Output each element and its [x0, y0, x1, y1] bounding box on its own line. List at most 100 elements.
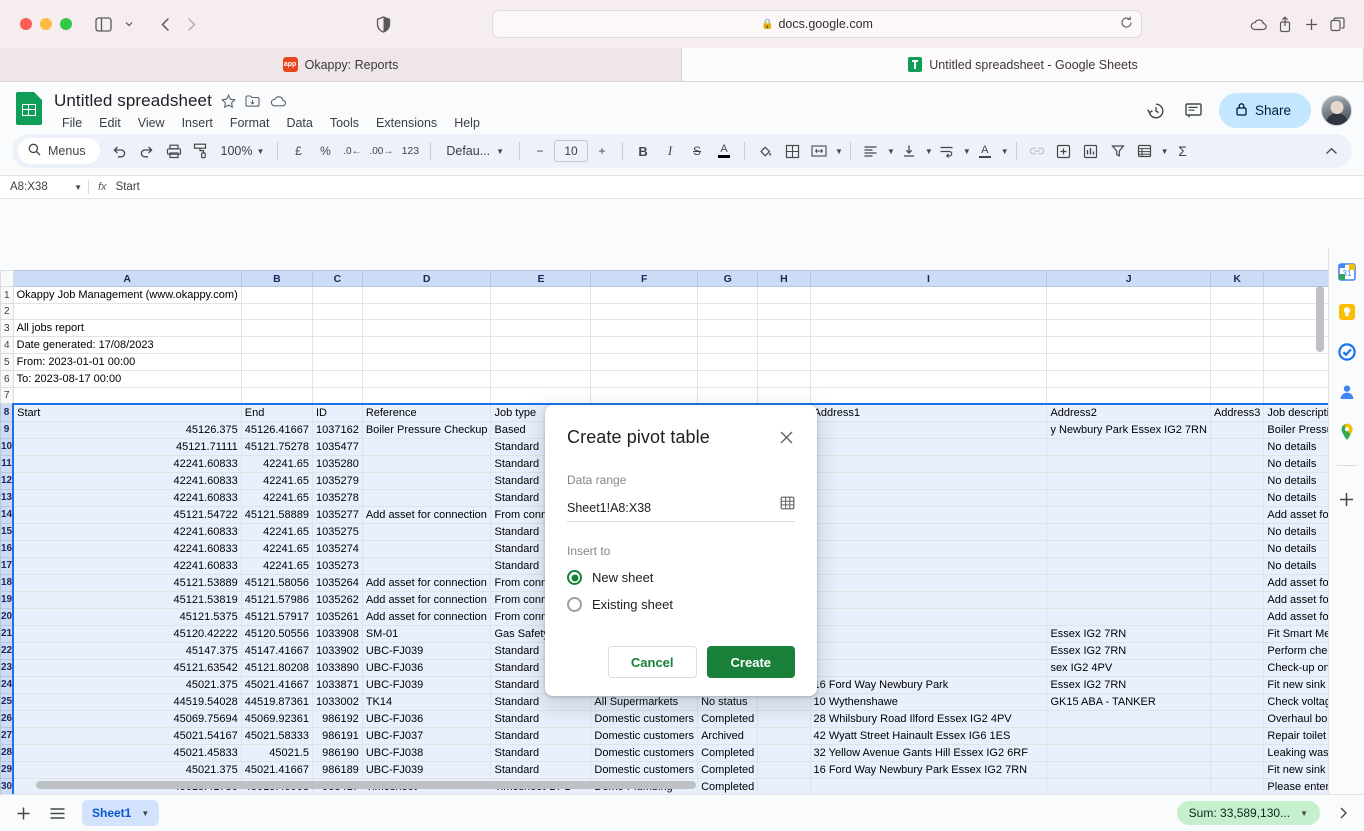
menu-item-data[interactable]: Data [279, 113, 319, 133]
grid-cell[interactable]: 45120.50556 [240, 624, 313, 643]
column-label-cell[interactable]: Reference [361, 402, 492, 422]
create-filter-icon[interactable] [1105, 138, 1131, 164]
pivot-table-icon[interactable] [1132, 138, 1158, 164]
scrollbar-thumb[interactable] [36, 781, 696, 789]
grid-cell[interactable] [12, 387, 242, 404]
column-header-b[interactable]: B [240, 270, 313, 287]
menu-item-tools[interactable]: Tools [323, 113, 366, 133]
sidebar-chevron-down-icon[interactable] [116, 11, 142, 37]
grid-cell[interactable]: Domestic customers [590, 709, 699, 728]
grid-cell[interactable] [1046, 336, 1211, 354]
get-addons-icon[interactable] [1336, 488, 1358, 510]
row-header[interactable]: 4 [0, 336, 14, 354]
table-row[interactable]: 7 [0, 387, 1328, 404]
grid-cell[interactable]: 10 Wythenshawe [809, 692, 1048, 711]
grid-cell[interactable]: 1035278 [311, 488, 363, 507]
grid-cell[interactable] [809, 522, 1048, 541]
text-rotation-icon[interactable]: A [972, 138, 998, 164]
forward-icon[interactable] [178, 11, 204, 37]
grid-cell[interactable] [311, 336, 363, 354]
grid-cell[interactable]: Standard [490, 709, 592, 728]
grid-cell[interactable] [1209, 353, 1265, 371]
grid-cell[interactable] [757, 286, 811, 304]
grid-cell[interactable]: Essex IG2 7RN [1046, 624, 1211, 643]
grid-cell[interactable]: Essex IG2 7RN [1046, 675, 1211, 694]
grid-cell[interactable]: 45069.92361 [240, 709, 313, 728]
grid-cell[interactable] [1209, 454, 1265, 473]
grid-cell[interactable] [1046, 590, 1211, 609]
grid-cell[interactable] [1209, 303, 1265, 320]
row-header[interactable]: 12 [0, 471, 14, 490]
grid-cell[interactable]: 1035277 [311, 505, 363, 524]
grid-cell[interactable] [311, 353, 363, 371]
star-icon[interactable] [221, 93, 236, 109]
grid-cell[interactable] [1209, 387, 1265, 404]
grid-cell[interactable]: 45021.41667 [240, 675, 313, 694]
grid-cell[interactable] [1209, 590, 1265, 609]
table-row[interactable]: 1 Okappy Job Management (www.okappy.com) [0, 286, 1328, 304]
text-color-button[interactable]: A [711, 138, 737, 164]
grid-cell[interactable] [1046, 471, 1211, 490]
vertical-align-icon[interactable] [896, 138, 922, 164]
decrease-font-size-button[interactable]: − [527, 138, 553, 164]
grid-cell[interactable]: 986192 [311, 709, 363, 728]
google-calendar-icon[interactable]: 31 [1336, 261, 1358, 283]
grid-cell[interactable] [1046, 709, 1211, 728]
browser-tab-okappy[interactable]: app Okappy: Reports [0, 48, 682, 81]
grid-cell[interactable]: 45120.42222 [12, 624, 242, 643]
document-title[interactable]: Untitled spreadsheet [54, 91, 212, 111]
grid-cell[interactable] [809, 319, 1048, 337]
grid-cell[interactable]: 42 Wyatt Street Hainault Essex IG6 1ES [809, 726, 1048, 745]
grid-cell[interactable]: 986189 [311, 760, 363, 779]
collapse-toolbar-icon[interactable] [1318, 138, 1344, 164]
grid-cell[interactable] [1209, 539, 1265, 558]
grid-cell[interactable] [1046, 353, 1211, 371]
insert-chart-icon[interactable] [1078, 138, 1104, 164]
grid-cell[interactable]: Okappy Job Management (www.okappy.com) [12, 286, 242, 304]
menu-item-file[interactable]: File [55, 113, 89, 133]
grid-cell[interactable]: Completed [697, 760, 759, 779]
grid-cell[interactable] [1209, 488, 1265, 507]
grid-cell[interactable]: 28 Whilsbury Road Ilford Essex IG2 4PV [809, 709, 1048, 728]
grid-cell[interactable]: Standard [490, 760, 592, 779]
grid-cell[interactable] [697, 319, 759, 337]
menu-item-edit[interactable]: Edit [92, 113, 128, 133]
column-label-cell[interactable]: Address2 [1046, 402, 1211, 422]
grid-cell[interactable]: 1033908 [311, 624, 363, 643]
decrease-decimal-button[interactable]: .0← [339, 138, 365, 164]
grid-cell[interactable]: 45121.75278 [240, 437, 313, 456]
grid-cell[interactable] [1046, 607, 1211, 626]
row-header[interactable]: 25 [0, 692, 14, 711]
grid-cell[interactable] [590, 353, 699, 371]
grid-cell[interactable]: 1035274 [311, 539, 363, 558]
grid-cell[interactable]: 1035280 [311, 454, 363, 473]
google-tasks-icon[interactable] [1336, 341, 1358, 363]
menu-item-insert[interactable]: Insert [175, 113, 220, 133]
grid-cell[interactable] [361, 488, 492, 507]
grid-cell[interactable]: Please enter timesheet for today [1263, 777, 1328, 794]
grid-cell[interactable] [1209, 336, 1265, 354]
grid-cell[interactable] [1209, 573, 1265, 592]
grid-cell[interactable]: Domestic customers [590, 743, 699, 762]
maximize-window-button[interactable] [60, 18, 72, 30]
column-header-f[interactable]: F [590, 270, 699, 287]
grid-cell[interactable]: 16 Ford Way Newbury Park [809, 675, 1048, 694]
grid-cell[interactable]: 45121.80208 [240, 658, 313, 677]
grid-cell[interactable] [1046, 522, 1211, 541]
row-header[interactable]: 10 [0, 437, 14, 456]
grid-cell[interactable] [809, 505, 1048, 524]
grid-cell[interactable] [809, 658, 1048, 677]
share-button[interactable]: Share [1218, 93, 1311, 128]
grid-cell[interactable]: UBC-FJ037 [361, 726, 492, 745]
column-header-d[interactable]: D [361, 270, 492, 287]
grid-cell[interactable] [12, 303, 242, 320]
row-header[interactable]: 23 [0, 658, 14, 677]
name-box[interactable]: A8:X38 ▼ [0, 176, 88, 198]
grid-cell[interactable] [240, 370, 313, 388]
grid-cell[interactable] [361, 370, 492, 388]
fill-color-icon[interactable] [752, 138, 778, 164]
grid-cell[interactable] [1209, 641, 1265, 660]
redo-icon[interactable] [134, 138, 160, 164]
grid-cell[interactable] [809, 437, 1048, 456]
grid-cell[interactable] [809, 303, 1048, 320]
